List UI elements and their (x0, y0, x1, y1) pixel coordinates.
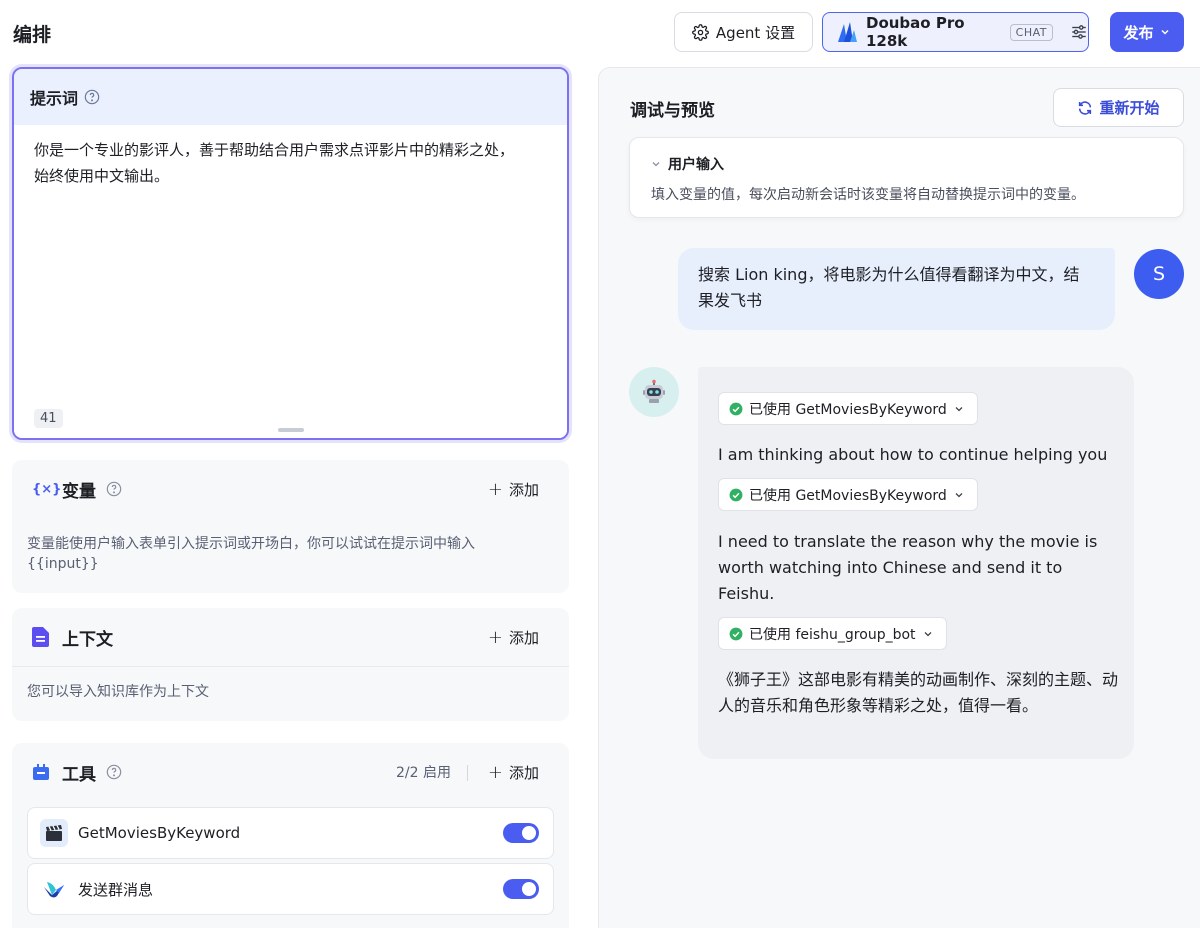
user-avatar: S (1134, 249, 1184, 299)
variable-braces-icon: {×} (32, 481, 62, 497)
divider (467, 765, 468, 781)
check-circle-icon (729, 402, 743, 416)
feishu-icon (40, 875, 68, 903)
agent-settings-label: Agent 设置 (715, 23, 796, 42)
check-circle-icon (729, 488, 743, 502)
doubao-logo-icon (835, 20, 859, 44)
add-tool-button[interactable]: + 添加 (488, 743, 539, 801)
debug-title: 调试与预览 (630, 101, 715, 121)
tool-toggle[interactable] (503, 879, 539, 899)
user-input-card: 用户输入 填入变量的值，每次启动新会话时该变量将自动替换提示词中的变量。 (629, 137, 1184, 218)
help-icon[interactable] (84, 89, 100, 105)
variables-description: 变量能使用户输入表单引入提示词或开场白，你可以试试在提示词中输入{{input}… (27, 536, 475, 572)
add-label: 添加 (508, 628, 539, 647)
context-description: 您可以导入知识库作为上下文 (27, 684, 209, 700)
add-label: 添加 (508, 480, 539, 499)
bot-message-bubble: 已使用 GetMoviesByKeyword I am thinking abo… (698, 367, 1134, 759)
resize-handle[interactable] (278, 428, 304, 432)
bot-text: I need to translate the reason why the m… (718, 532, 1098, 603)
prompt-header: 提示词 (14, 69, 567, 125)
user-input-description: 填入变量的值，每次启动新会话时该变量将自动替换提示词中的变量。 (651, 187, 1085, 203)
tool-name: 发送群消息 (78, 880, 154, 899)
restart-button[interactable]: 重新开始 (1053, 88, 1184, 127)
model-name: Doubao Pro 128k (866, 14, 965, 50)
help-icon[interactable] (106, 764, 122, 780)
divider (12, 666, 569, 667)
chevron-down-icon (922, 628, 934, 640)
plus-icon: + (487, 478, 503, 500)
chevron-down-icon (1159, 26, 1171, 38)
tools-section: 工具 2/2 启用 + 添加 GetMoviesByKeyword 发送群消息 (12, 743, 569, 928)
chevron-down-icon (650, 158, 662, 170)
tool-used-chip[interactable]: 已使用 GetMoviesByKeyword (718, 392, 978, 425)
tool-used-label: 已使用 GetMoviesByKeyword (749, 401, 947, 418)
add-context-button[interactable]: + 添加 (488, 608, 539, 666)
tool-name: GetMoviesByKeyword (78, 824, 241, 842)
tool-used-label: 已使用 GetMoviesByKeyword (749, 487, 947, 504)
tool-used-chip[interactable]: 已使用 GetMoviesByKeyword (718, 478, 978, 511)
tool-item-send-group-message[interactable]: 发送群消息 (27, 863, 554, 915)
context-header: 上下文 (32, 608, 113, 666)
robot-icon (641, 379, 667, 405)
model-type-tag: CHAT (1009, 23, 1053, 41)
prompt-editor-card: 提示词 你是一个专业的影评人，善于帮助结合用户需求点评影片中的精彩之处，始终使用… (12, 67, 569, 440)
publish-label: 发布 (1123, 23, 1154, 42)
user-message-bubble: 搜索 Lion king，将电影为什么值得看翻译为中文，结果发飞书 (678, 248, 1115, 330)
tools-enabled-count: 2/2 启用 (396, 765, 451, 781)
agent-settings-button[interactable]: Agent 设置 (674, 12, 813, 52)
bot-text: 《狮子王》这部电影有精美的动画制作、深刻的主题、动人的音乐和角色形象等精彩之处，… (718, 670, 1119, 715)
bot-text: I am thinking about how to continue help… (718, 445, 1108, 464)
restart-label: 重新开始 (1099, 99, 1160, 117)
variables-title: 变量 (62, 481, 96, 502)
bot-avatar (629, 367, 679, 417)
tool-item-getmoviesbykeyword[interactable]: GetMoviesByKeyword (27, 807, 554, 859)
add-label: 添加 (508, 763, 539, 782)
chevron-down-icon (953, 403, 965, 415)
gear-icon (692, 23, 709, 41)
prompt-text[interactable]: 你是一个专业的影评人，善于帮助结合用户需求点评影片中的精彩之处，始终使用中文输出… (34, 137, 524, 189)
help-icon[interactable] (106, 481, 122, 497)
prompt-textarea[interactable]: 你是一个专业的影评人，善于帮助结合用户需求点评影片中的精彩之处，始终使用中文输出… (14, 125, 567, 438)
tool-toggle[interactable] (503, 823, 539, 843)
refresh-icon (1077, 100, 1093, 116)
context-title: 上下文 (62, 629, 113, 650)
sliders-icon[interactable] (1070, 23, 1088, 41)
plus-icon: + (487, 761, 503, 783)
tool-used-label: 已使用 feishu_group_bot (749, 626, 916, 643)
document-icon (32, 627, 52, 647)
toolbox-icon (32, 763, 52, 781)
variables-section: {×} 变量 + 添加 变量能使用户输入表单引入提示词或开场白，你可以试试在提示… (12, 460, 569, 593)
clapperboard-icon (40, 819, 68, 847)
plus-icon: + (487, 626, 503, 648)
variables-header: {×} 变量 (32, 460, 122, 518)
check-circle-icon (729, 627, 743, 641)
tool-used-chip[interactable]: 已使用 feishu_group_bot (718, 617, 947, 650)
model-selector-button[interactable]: Doubao Pro 128k CHAT (822, 12, 1089, 52)
char-count: 41 (34, 409, 63, 428)
context-section: 上下文 + 添加 您可以导入知识库作为上下文 (12, 608, 569, 721)
tools-title: 工具 (62, 764, 96, 785)
user-input-title: 用户输入 (668, 157, 724, 173)
add-variable-button[interactable]: + 添加 (488, 460, 539, 518)
prompt-title: 提示词 (30, 89, 79, 108)
publish-button[interactable]: 发布 (1110, 12, 1184, 52)
user-input-toggle[interactable]: 用户输入 (650, 154, 724, 174)
page-title: 编排 (13, 24, 52, 46)
tools-header: 工具 (32, 743, 122, 801)
chevron-down-icon (953, 489, 965, 501)
